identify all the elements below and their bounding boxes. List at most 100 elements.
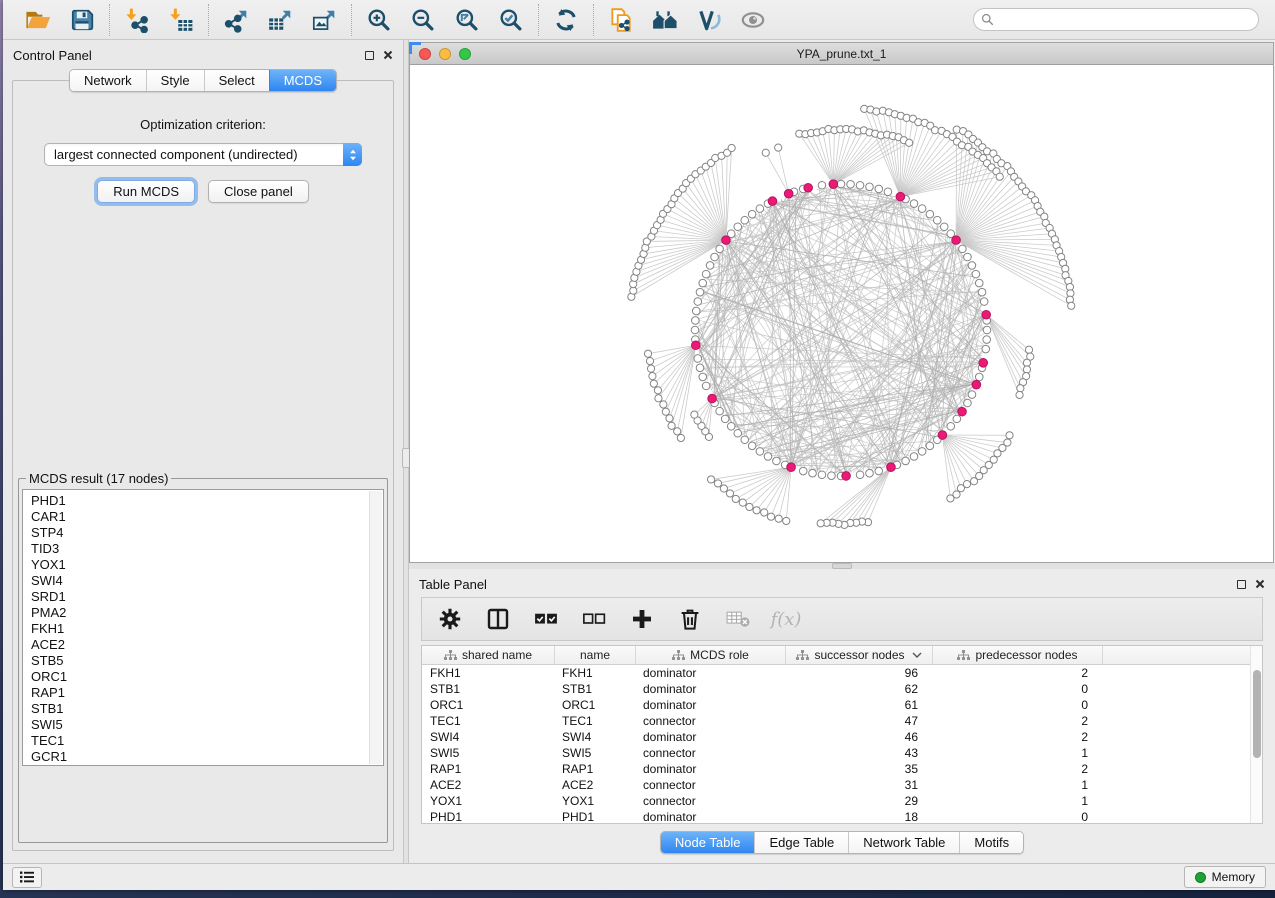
graph-node[interactable] [931, 127, 938, 134]
table-cell[interactable]: 0 [932, 697, 1102, 713]
graph-node[interactable] [734, 429, 742, 437]
mcds-result-item[interactable]: FKH1 [31, 621, 383, 637]
graph-node[interactable] [668, 422, 675, 429]
table-cell[interactable]: dominator [635, 697, 785, 713]
table-cell[interactable]: 2 [932, 761, 1102, 777]
graph-node[interactable] [959, 245, 967, 253]
graph-node[interactable] [817, 520, 824, 527]
graph-node[interactable] [753, 507, 760, 514]
graph-node[interactable] [692, 307, 700, 315]
table-cell[interactable]: connector [635, 745, 785, 761]
table-tab-motifs[interactable]: Motifs [959, 832, 1023, 853]
graph-node[interactable] [972, 270, 980, 278]
table-row[interactable]: TEC1TEC1connector472 [422, 713, 1262, 729]
graph-node[interactable] [699, 279, 707, 287]
memory-button[interactable]: Memory [1184, 866, 1266, 888]
float-table-panel-icon[interactable] [1237, 580, 1246, 589]
graph-node[interactable] [711, 253, 719, 261]
add-column-icon[interactable] [630, 607, 654, 631]
deselect-all-icon[interactable] [582, 607, 606, 631]
gear-icon[interactable] [438, 607, 462, 631]
graph-node[interactable] [716, 407, 724, 415]
table-cell[interactable]: SWI5 [554, 745, 635, 761]
column-header-predecessor-nodes[interactable]: predecessor nodes [932, 646, 1102, 664]
mcds-result-item[interactable]: STB5 [31, 653, 383, 669]
delete-table-icon[interactable] [726, 607, 750, 631]
table-scrollbar-thumb[interactable] [1253, 670, 1261, 758]
horizontal-splitter[interactable] [409, 563, 1275, 569]
graph-node[interactable] [926, 442, 934, 450]
tab-select[interactable]: Select [204, 70, 269, 91]
table-cell[interactable]: 31 [785, 777, 932, 793]
graph-node[interactable] [837, 180, 845, 188]
graph-node[interactable] [677, 434, 684, 441]
graph-node[interactable] [926, 210, 934, 218]
graph-node[interactable] [654, 387, 661, 394]
refresh-layout-icon[interactable] [552, 6, 580, 34]
graph-node[interactable] [702, 270, 710, 278]
graph-node[interactable] [726, 490, 733, 497]
network-home-icon[interactable] [651, 6, 679, 34]
tab-style[interactable]: Style [146, 70, 204, 91]
table-row[interactable]: ORC1ORC1dominator610 [422, 697, 1262, 713]
graph-node[interactable] [964, 253, 972, 261]
import-table-icon[interactable] [167, 6, 195, 34]
table-cell[interactable]: PHD1 [422, 809, 554, 824]
zoom-fit-icon[interactable] [453, 6, 481, 34]
graph-node[interactable] [655, 395, 662, 402]
graph-node[interactable] [1006, 432, 1013, 439]
mcds-list-scrollbar[interactable] [369, 491, 382, 764]
table-row[interactable]: YOX1YOX1connector291 [422, 793, 1262, 809]
table-cell[interactable]: 35 [785, 761, 932, 777]
graph-node[interactable] [773, 457, 781, 465]
graph-node[interactable] [692, 317, 700, 325]
graph-node[interactable] [828, 472, 836, 480]
graph-node[interactable] [1025, 346, 1032, 353]
search-input[interactable] [974, 9, 1258, 30]
table-cell[interactable]: FKH1 [422, 665, 554, 681]
task-history-icon[interactable] [12, 867, 42, 888]
graph-node[interactable] [947, 422, 955, 430]
graph-hub-node[interactable] [784, 189, 793, 198]
tab-network[interactable]: Network [70, 70, 146, 91]
table-cell[interactable]: 1 [932, 745, 1102, 761]
table-row[interactable]: SWI4SWI4dominator462 [422, 729, 1262, 745]
graph-node[interactable] [856, 471, 864, 479]
table-row[interactable]: STB1STB1dominator620 [422, 681, 1262, 697]
graph-node[interactable] [767, 513, 774, 520]
table-cell[interactable]: FKH1 [554, 665, 635, 681]
graph-node[interactable] [866, 469, 874, 477]
graph-node[interactable] [691, 326, 699, 334]
graph-node[interactable] [1023, 366, 1030, 373]
graph-node[interactable] [818, 471, 826, 479]
graph-node[interactable] [775, 144, 782, 151]
graph-node[interactable] [746, 503, 753, 510]
graph-node[interactable] [706, 262, 714, 270]
graph-node[interactable] [748, 442, 756, 450]
table-cell[interactable]: dominator [635, 729, 785, 745]
import-network-icon[interactable] [123, 6, 151, 34]
table-cell[interactable]: RAP1 [554, 761, 635, 777]
graph-hub-node[interactable] [804, 183, 813, 192]
graph-node[interactable] [699, 373, 707, 381]
graph-node[interactable] [957, 485, 964, 492]
graph-node[interactable] [975, 279, 983, 287]
optimization-criterion-select[interactable]: largest connected component (undirected) [44, 143, 362, 166]
save-icon[interactable] [68, 6, 96, 34]
graph-node[interactable] [875, 185, 883, 193]
graph-hub-node[interactable] [938, 431, 947, 440]
graph-node[interactable] [727, 422, 735, 430]
table-row[interactable]: RAP1RAP1dominator352 [422, 761, 1262, 777]
mcds-result-item[interactable]: SWI4 [31, 573, 383, 589]
graph-hub-node[interactable] [972, 380, 981, 389]
graph-node[interactable] [996, 173, 1003, 180]
graph-node[interactable] [884, 188, 892, 196]
table-cell[interactable]: 2 [932, 729, 1102, 745]
graph-node[interactable] [691, 411, 698, 418]
graph-node[interactable] [933, 216, 941, 224]
graph-hub-node[interactable] [887, 463, 896, 472]
graph-node[interactable] [734, 223, 742, 231]
graph-hub-node[interactable] [896, 192, 905, 201]
mcds-result-item[interactable]: YOX1 [31, 557, 383, 573]
graph-node[interactable] [918, 448, 926, 456]
